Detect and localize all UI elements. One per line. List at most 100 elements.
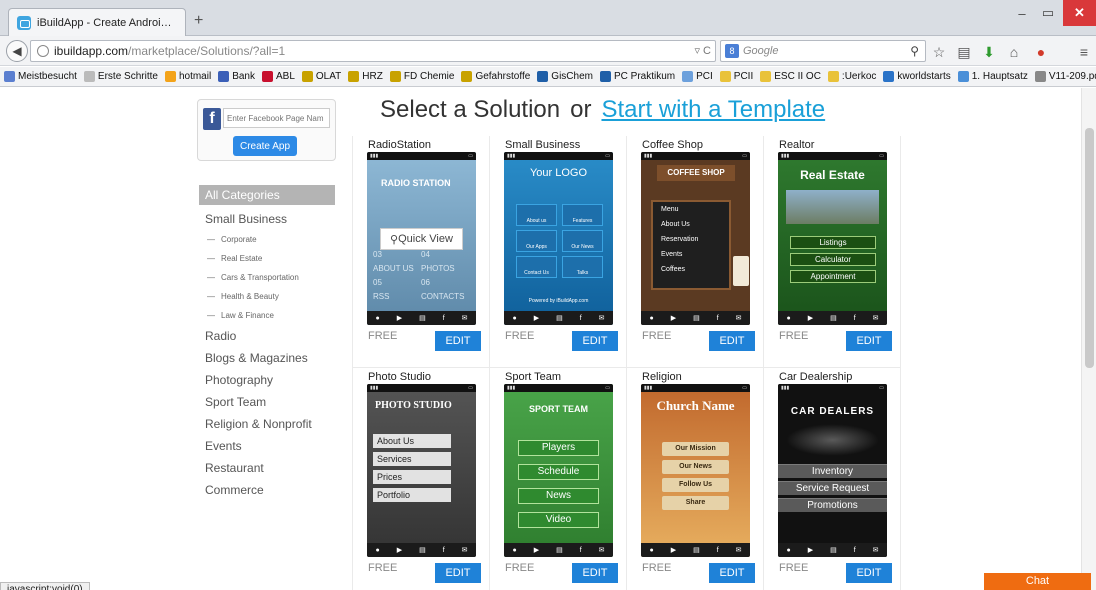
browser-tab[interactable]: iBuildApp - Create Android an... xyxy=(8,8,186,36)
price-label: FREE xyxy=(642,562,672,574)
edit-button[interactable]: EDIT xyxy=(435,563,481,583)
search-icon[interactable]: ⚲ xyxy=(910,44,919,58)
app-preview-screen[interactable]: ▮▮▮ ▭ COFFEE SHOP Menu About Us Reservation Ev… xyxy=(641,152,750,325)
category-commerce[interactable]: Commerce xyxy=(199,479,335,501)
tab-bar-icon: ● xyxy=(375,546,380,554)
chat-button[interactable]: Chat xyxy=(984,573,1091,590)
bookmark-item[interactable]: V11-209.pdf xyxy=(1034,71,1096,82)
close-window-button[interactable]: ✕ xyxy=(1063,0,1096,26)
bookmark-icon xyxy=(719,71,731,82)
quick-view-button[interactable]: ⚲ Quick View xyxy=(380,228,463,250)
maximize-button[interactable]: ▭ xyxy=(1036,0,1060,26)
bookmark-label: :Uerkoc xyxy=(841,71,877,82)
app-preview-screen[interactable]: ▮▮▮ ▭ SPORT TEAM Players Schedule News Video ● ▶… xyxy=(504,384,613,557)
bookmark-item[interactable]: HRZ xyxy=(348,71,383,82)
category-radio[interactable]: Radio xyxy=(199,325,335,347)
bookmark-item[interactable]: OLAT xyxy=(301,71,341,82)
edit-button[interactable]: EDIT xyxy=(709,563,755,583)
bookmark-label: ESC II OC xyxy=(774,71,821,82)
bookmark-label: HRZ xyxy=(362,71,383,82)
bookmark-item[interactable]: ABL xyxy=(262,71,295,82)
category-all[interactable]: All Categories xyxy=(199,185,335,205)
carrier-icon: ▮▮▮ xyxy=(644,385,653,391)
bookmark-item[interactable]: PCII xyxy=(719,71,753,82)
search-box[interactable]: 8 Google ⚲ xyxy=(720,40,926,62)
category-events[interactable]: Events xyxy=(199,435,335,457)
bookmark-item[interactable]: Gefahrstoffe xyxy=(461,71,530,82)
edit-button[interactable]: EDIT xyxy=(846,563,892,583)
minimize-button[interactable]: – xyxy=(1010,0,1034,26)
app-preview-screen[interactable]: ▮▮▮ ▭ Church Name Our Mission Our News Follow… xyxy=(641,384,750,557)
bookmark-item[interactable]: PC Praktikum xyxy=(599,71,675,82)
app-preview-screen[interactable]: ▮▮▮ ▭ CAR DEALERS Inventory Service Request P… xyxy=(778,384,887,557)
tab-bar-icon: ▶ xyxy=(670,315,677,322)
category-restaurant[interactable]: Restaurant xyxy=(199,457,335,479)
page-scrollbar[interactable] xyxy=(1081,88,1096,590)
reading-list-icon[interactable]: ▤ xyxy=(955,44,973,60)
tab-bar-icon: ▶ xyxy=(533,547,540,554)
subcategory-item[interactable]: — Corporate xyxy=(199,230,335,249)
photo-button: Services xyxy=(373,452,451,466)
page-heading: Select a Solution or Start with a Template xyxy=(380,96,825,124)
scrollbar-thumb[interactable] xyxy=(1085,128,1094,368)
menu-icon[interactable]: ≡ xyxy=(1075,44,1093,60)
bookmark-item[interactable]: :Uerkoc xyxy=(827,71,877,82)
bookmark-icon xyxy=(4,71,15,82)
subcategory-item[interactable]: — Cars & Transportation xyxy=(199,268,335,287)
bookmark-item[interactable]: GisChem xyxy=(537,71,593,82)
bookmark-icon xyxy=(164,71,176,82)
church-button: Our News xyxy=(662,460,729,474)
bookmark-item[interactable]: Bank xyxy=(218,71,255,82)
start-with-template-link[interactable]: Start with a Template xyxy=(601,96,825,123)
google-search-engine-icon[interactable]: 8 xyxy=(725,44,739,58)
subcategory-label: Real Estate xyxy=(221,254,263,263)
tab-bar-icon: f xyxy=(716,546,719,554)
app-tab-bar: ● ▶ ▤ f ✉ xyxy=(641,543,750,557)
solutions-row: RadioStation ▮▮▮ ▭ RADIO STATION 03 04 ABOUT U… xyxy=(353,136,901,368)
edit-button[interactable]: EDIT xyxy=(846,331,892,351)
subcategory-item[interactable]: — Health & Beauty xyxy=(199,287,335,306)
download-icon[interactable]: ⬇ xyxy=(980,44,998,60)
tab-bar-icon: ▶ xyxy=(807,315,814,322)
app-preview-screen[interactable]: ▮▮▮ ▭ Your LOGO About us Features Our Apps Our… xyxy=(504,152,613,325)
facebook-page-input[interactable] xyxy=(223,108,330,128)
sport-button: Schedule xyxy=(518,464,599,480)
bookmark-item[interactable]: FD Chemie xyxy=(389,71,454,82)
car-image xyxy=(786,424,879,456)
edit-button[interactable]: EDIT xyxy=(572,331,618,351)
bookmark-item[interactable]: Erste Schritte xyxy=(83,71,158,82)
bookmark-item[interactable]: ESC II OC xyxy=(760,71,821,82)
category-photography[interactable]: Photography xyxy=(199,369,335,391)
edit-button[interactable]: EDIT xyxy=(709,331,755,351)
category-religion-nonprofit[interactable]: Religion & Nonprofit xyxy=(199,413,335,435)
bookmark-item[interactable]: PCI xyxy=(682,71,713,82)
app-preview-screen[interactable]: ▮▮▮ ▭ PHOTO STUDIO About Us Services Prices Po… xyxy=(367,384,476,557)
category-blogs-magazines[interactable]: Blogs & Magazines xyxy=(199,347,335,369)
bookmark-item[interactable]: hotmail xyxy=(164,71,211,82)
bookmark-item[interactable]: Meistbesucht xyxy=(4,71,77,82)
edit-button[interactable]: EDIT xyxy=(572,563,618,583)
solution-name: RadioStation xyxy=(368,139,431,151)
subcategory-item[interactable]: — Real Estate xyxy=(199,249,335,268)
bookmark-item[interactable]: 1. Hauptsatz xyxy=(957,71,1028,82)
app-tab-bar: ● ▶ ▤ f ✉ xyxy=(778,311,887,325)
home-icon[interactable]: ⌂ xyxy=(1005,44,1023,60)
tab-bar-icon: ▤ xyxy=(419,315,426,322)
new-tab-button[interactable]: + xyxy=(194,12,203,30)
bookmark-star-icon[interactable]: ☆ xyxy=(930,44,948,60)
app-preview-screen[interactable]: ▮▮▮ ▭ RADIO STATION 03 04 ABOUT US PHOTOS 05 06 R… xyxy=(367,152,476,325)
bookmark-item[interactable]: kworldstarts xyxy=(883,71,951,82)
app-preview-screen[interactable]: ▮▮▮ ▭ Real Estate Listings Calculator Appoint… xyxy=(778,152,887,325)
adblock-icon[interactable]: ● xyxy=(1032,44,1050,60)
category-sport-team[interactable]: Sport Team xyxy=(199,391,335,413)
create-app-button[interactable]: Create App xyxy=(233,136,297,156)
subcategory-item[interactable]: — Law & Finance xyxy=(199,306,335,325)
edit-button[interactable]: EDIT xyxy=(435,331,481,351)
category-small-business[interactable]: Small Business xyxy=(199,208,335,230)
address-bar[interactable]: ibuildapp.com/marketplace/Solutions/?all… xyxy=(30,40,716,62)
reload-icon[interactable]: ▿ C xyxy=(694,44,711,57)
phone-status-bar: ▮▮▮ ▭ xyxy=(641,152,750,160)
back-button[interactable]: ◀ xyxy=(6,40,28,62)
biz-tile: Our News xyxy=(562,230,603,252)
page-title: Select a Solution xyxy=(380,96,561,123)
